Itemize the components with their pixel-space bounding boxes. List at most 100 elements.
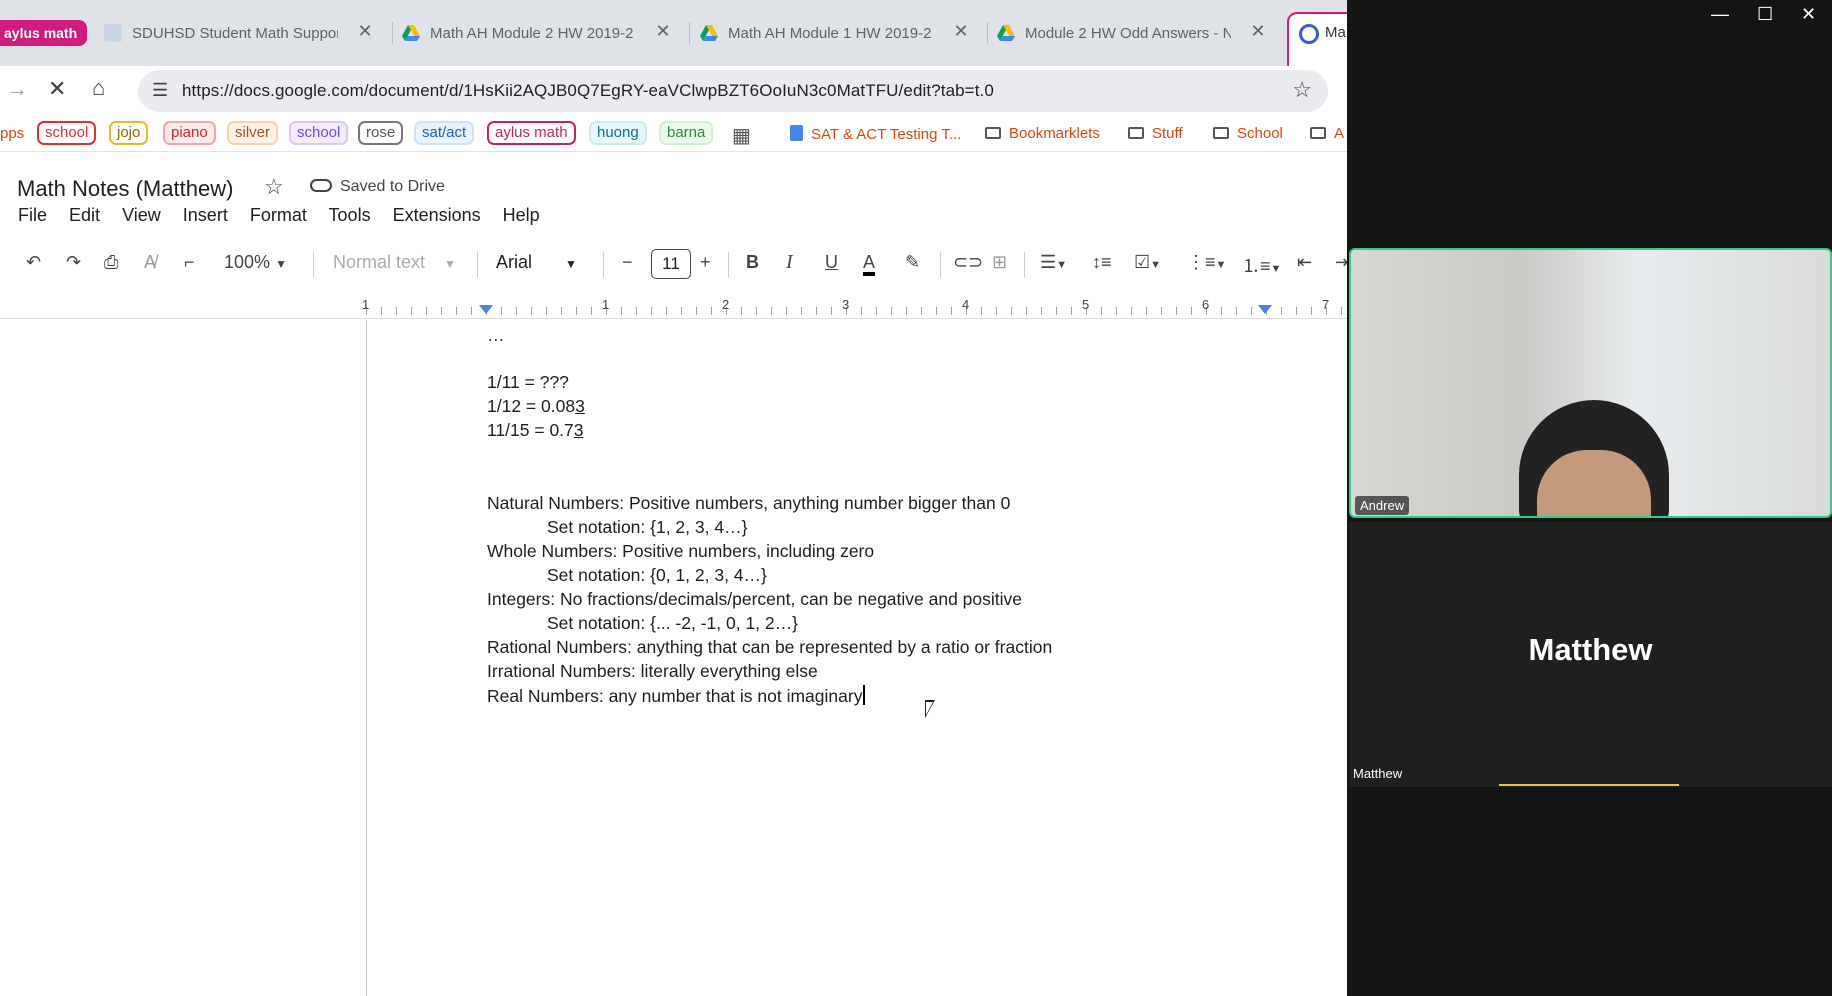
bookmark-silver[interactable]: silver <box>227 121 279 145</box>
participant-name-display: Matthew <box>1528 632 1653 667</box>
undo-icon[interactable]: ↶ <box>26 252 41 273</box>
close-tab-icon[interactable]: ✕ <box>1247 21 1269 42</box>
maximize-icon[interactable]: ☐ <box>1757 4 1773 25</box>
bookmark-folder-school[interactable]: School <box>1213 125 1283 142</box>
doc-line: Integers: No fractions/decimals/percent,… <box>487 589 1023 609</box>
ruler-label: 2 <box>722 297 730 312</box>
bookmark-barna[interactable]: barna <box>659 121 714 145</box>
stop-loading-icon[interactable]: ✕ <box>48 76 66 102</box>
add-comment-icon[interactable]: ⊞ <box>992 252 1007 273</box>
minimize-icon[interactable]: — <box>1711 4 1729 25</box>
menu-tools[interactable]: Tools <box>329 205 371 225</box>
address-bar[interactable]: ☰ https://docs.google.com/document/d/1Hs… <box>138 70 1328 112</box>
left-indent-marker[interactable] <box>479 305 493 314</box>
bulleted-list-icon[interactable]: ⋮≡▼ <box>1187 252 1226 273</box>
docs-toolbar: ↶ ↷ ⎙ A̸ ⌐ 100% ▼ Normal text ▼ Arial ▼ … <box>0 248 1347 282</box>
chevron-down-icon: ▼ <box>1215 259 1227 271</box>
insert-link-icon[interactable]: ⊂⊃ <box>953 252 983 273</box>
bookmark-jojo[interactable]: jojo <box>109 121 149 145</box>
spellcheck-icon[interactable]: A̸ <box>144 252 156 273</box>
underline-icon[interactable]: U <box>825 252 838 273</box>
line-spacing-icon[interactable]: ↕≡ <box>1092 252 1112 273</box>
bookmark-huong[interactable]: huong <box>589 121 647 145</box>
bookmark-piano[interactable]: piano <box>163 121 216 145</box>
menu-format[interactable]: Format <box>250 205 307 225</box>
toolbar-divider <box>313 252 314 278</box>
doc-line: … <box>487 325 505 345</box>
bookmark-rose[interactable]: rose <box>358 121 404 145</box>
close-tab-icon[interactable]: ✕ <box>354 21 376 42</box>
bookmark-folder-stuff[interactable]: Stuff <box>1128 125 1183 142</box>
bookmark-folder-a[interactable]: A <box>1310 125 1344 142</box>
decrease-font-size-icon[interactable]: − <box>622 252 633 273</box>
style-select[interactable]: Normal text ▼ <box>333 252 456 273</box>
bookmark-folder-bookmarklets[interactable]: Bookmarklets <box>985 125 1100 142</box>
menu-help[interactable]: Help <box>503 205 540 225</box>
ruler-label: 1 <box>362 297 370 312</box>
decrease-indent-icon[interactable]: ⇤ <box>1297 252 1312 273</box>
url-text[interactable]: https://docs.google.com/document/d/1HsKi… <box>182 81 994 101</box>
font-select[interactable]: Arial ▼ <box>496 252 577 273</box>
redo-icon[interactable]: ↷ <box>66 252 81 273</box>
numbered-list-icon[interactable]: ⒈≡▼ <box>1242 252 1281 278</box>
tab-label: Module 2 HW Odd Answers - N <box>1025 24 1231 42</box>
zoom-select[interactable]: 100% ▼ <box>224 252 287 273</box>
close-window-icon[interactable]: ✕ <box>1801 4 1816 25</box>
toolbar-divider <box>728 252 729 278</box>
home-icon[interactable]: ⌂ <box>92 75 105 101</box>
close-tab-icon[interactable]: ✕ <box>950 21 972 42</box>
star-icon[interactable]: ☆ <box>264 174 284 200</box>
menu-insert[interactable]: Insert <box>183 205 228 225</box>
site-info-icon[interactable]: ☰ <box>152 80 168 101</box>
bookmark-sat-act-doc[interactable]: SAT & ACT Testing T... <box>790 125 961 143</box>
menu-extensions[interactable]: Extensions <box>393 205 481 225</box>
tab-active-math-notes[interactable]: Ma <box>1287 12 1347 66</box>
increase-font-size-icon[interactable]: + <box>700 252 711 273</box>
page-edge <box>366 320 367 996</box>
save-status[interactable]: Saved to Drive <box>310 178 445 196</box>
tab-group-aylus-math[interactable]: aylus math <box>0 20 88 46</box>
mouse-pointer-icon <box>925 700 935 718</box>
bookmark-apps[interactable]: pps <box>0 125 24 142</box>
increase-indent-icon[interactable]: ⇥ <box>1335 252 1347 273</box>
bookmark-school-2[interactable]: school <box>289 121 349 145</box>
print-icon[interactable]: ⎙ <box>104 252 118 273</box>
italic-icon[interactable]: I <box>786 251 793 274</box>
participant-tile-andrew[interactable]: Andrew <box>1349 248 1832 518</box>
bookmark-school[interactable]: school <box>37 121 97 145</box>
tab-groups-icon[interactable]: ▦ <box>732 123 751 148</box>
checklist-icon[interactable]: ☑▼ <box>1134 252 1161 273</box>
bookmark-star-icon[interactable]: ☆ <box>1292 77 1312 103</box>
tab-sduhsd[interactable]: SDUHSD Student Math Suppor ✕ <box>104 16 376 50</box>
text-color-icon[interactable]: A <box>863 252 876 276</box>
ruler: 1 1 2 3 4 5 6 7 <box>0 295 1347 319</box>
document-title[interactable]: Math Notes (Matthew) <box>17 176 233 202</box>
bookmark-aylus-math[interactable]: aylus math <box>487 121 576 145</box>
tab-math-ah-module-1[interactable]: Math AH Module 1 HW 2019-2 ✕ <box>700 16 972 50</box>
menu-edit[interactable]: Edit <box>69 205 100 225</box>
tab-strip: aylus math SDUHSD Student Math Suppor ✕ … <box>0 0 1347 66</box>
right-indent-marker[interactable] <box>1258 305 1272 314</box>
close-tab-icon[interactable]: ✕ <box>652 21 674 42</box>
tab-module-2-odd-answers[interactable]: Module 2 HW Odd Answers - N ✕ <box>997 16 1269 50</box>
tab-math-ah-module-2[interactable]: Math AH Module 2 HW 2019-2 ✕ <box>402 16 674 50</box>
video-call-panel: — ☐ ✕ Andrew Matthew Matthew <box>1347 0 1832 996</box>
paint-format-icon[interactable]: ⌐ <box>184 252 195 273</box>
sduhsd-favicon-icon <box>104 24 122 42</box>
tab-divider <box>689 22 690 44</box>
menu-view[interactable]: View <box>122 205 161 225</box>
folder-icon <box>1310 127 1326 139</box>
cloud-icon <box>310 179 332 192</box>
chevron-down-icon: ▼ <box>444 257 456 271</box>
bookmark-sat-act[interactable]: sat/act <box>414 121 475 145</box>
font-size-input[interactable]: 11 <box>651 249 691 279</box>
participant-tile-matthew[interactable]: Matthew Matthew <box>1349 522 1832 787</box>
bold-icon[interactable]: B <box>746 252 759 273</box>
forward-icon[interactable]: → <box>6 76 28 102</box>
highlight-icon[interactable]: ✎ <box>905 252 920 273</box>
align-icon[interactable]: ☰▼ <box>1040 252 1067 273</box>
ruler-label: 5 <box>1082 297 1090 312</box>
menu-file[interactable]: File <box>18 205 47 225</box>
folder-icon <box>1128 127 1144 139</box>
doc-line: 1/11 = ??? <box>487 372 569 392</box>
